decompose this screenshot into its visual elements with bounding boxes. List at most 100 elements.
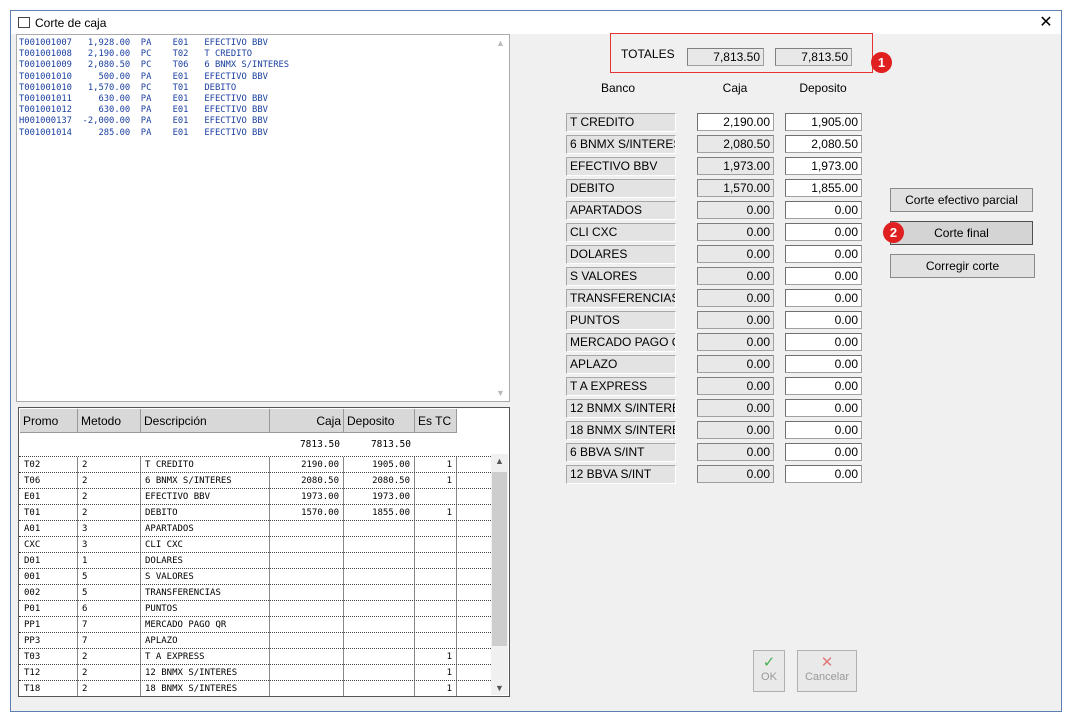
log-line: T001001012 630.00 PA E01 EFECTIVO BBV	[19, 105, 268, 116]
caja-field: 0.00	[697, 223, 774, 241]
table-row[interactable]: E01 2 EFECTIVO BBV 1973.00 1973.00	[19, 488, 491, 505]
caja-field[interactable]: 2,190.00	[697, 113, 774, 131]
cell-metodo: 7	[78, 617, 141, 633]
log-line: T001001014 285.00 PA E01 EFECTIVO BBV	[19, 127, 268, 138]
table-row[interactable]: 001 5 S VALORES	[19, 568, 491, 585]
cell-promo: T12	[20, 665, 78, 681]
col-header-es-tc[interactable]: Es TC	[415, 409, 457, 433]
deposito-field[interactable]: 0.00	[785, 267, 862, 285]
bank-label: TRANSFERENCIAS	[566, 289, 676, 308]
cell-es-tc	[415, 489, 457, 505]
table-row[interactable]: T03 2 T A EXPRESS 1	[19, 648, 491, 665]
caja-field: 1,570.00	[697, 179, 774, 197]
window-icon	[18, 17, 30, 28]
col-header-deposito[interactable]: Deposito	[344, 409, 415, 433]
cell-es-tc	[415, 617, 457, 633]
deposito-field[interactable]: 1,905.00	[785, 113, 862, 131]
bank-label: CLI CXC	[566, 223, 676, 242]
cancel-button[interactable]: ✕ Cancelar	[797, 650, 857, 692]
deposito-field[interactable]: 0.00	[785, 443, 862, 461]
col-header-caja: Caja	[722, 81, 748, 95]
table-row[interactable]: 002 5 TRANSFERENCIAS	[19, 584, 491, 601]
cell-descripcion: PUNTOS	[141, 601, 270, 617]
cell-descripcion: APLAZO	[141, 633, 270, 649]
cell-metodo: 2	[78, 665, 141, 681]
table-row[interactable]: T18 2 18 BNMX S/INTERES 1	[19, 680, 491, 696]
table-row[interactable]: P01 6 PUNTOS	[19, 600, 491, 617]
cell-descripcion: 12 BNMX S/INTERES	[141, 665, 270, 681]
cell-deposito	[344, 537, 415, 553]
scroll-down-icon[interactable]: ▼	[496, 388, 505, 398]
scroll-up-icon[interactable]: ▲	[495, 456, 504, 466]
cell-es-tc: 1	[415, 505, 457, 521]
deposito-field[interactable]: 0.00	[785, 201, 862, 219]
cell-descripcion: APARTADOS	[141, 521, 270, 537]
close-button[interactable]: ✕	[1031, 11, 1061, 34]
deposito-field[interactable]: 2,080.50	[785, 135, 862, 153]
corte-efectivo-parcial-button[interactable]: Corte efectivo parcial	[890, 188, 1033, 212]
grid-scrollbar[interactable]: ▲ ▼	[491, 454, 508, 695]
cell-es-tc	[415, 553, 457, 569]
corregir-corte-button[interactable]: Corregir corte	[890, 254, 1035, 278]
col-header-descripcion[interactable]: Descripción	[141, 409, 270, 433]
col-header-caja[interactable]: Caja	[270, 409, 344, 433]
log-scrollbar[interactable]: ▲ ▼	[492, 35, 509, 401]
cell-promo: T03	[20, 649, 78, 665]
cell-caja	[270, 601, 344, 617]
cell-promo: 001	[20, 569, 78, 585]
deposito-field[interactable]: 0.00	[785, 333, 862, 351]
cell-promo: A01	[20, 521, 78, 537]
promo-grid[interactable]: Promo Metodo Descripción Caja Deposito E…	[18, 407, 510, 697]
transaction-log[interactable]: T001001007 1,928.00 PA E01 EFECTIVO BBV T…	[16, 34, 510, 402]
deposito-field[interactable]: 0.00	[785, 421, 862, 439]
bank-label: 6 BNMX S/INTERES	[566, 135, 676, 154]
deposito-field[interactable]: 1,973.00	[785, 157, 862, 175]
total-caja-field: 7,813.50	[687, 48, 764, 66]
x-icon: ✕	[820, 654, 834, 671]
col-header-metodo[interactable]: Metodo	[78, 409, 141, 433]
check-icon: ✓	[762, 654, 776, 671]
deposito-field[interactable]: 0.00	[785, 465, 862, 483]
cell-es-tc: 1	[415, 457, 457, 473]
table-row[interactable]: T02 2 T CREDITO 2190.00 1905.00 1	[19, 456, 491, 473]
cell-es-tc: 1	[415, 649, 457, 665]
grid-scroll-thumb[interactable]	[492, 472, 507, 646]
deposito-field[interactable]: 0.00	[785, 355, 862, 373]
table-row[interactable]: A01 3 APARTADOS	[19, 520, 491, 537]
log-line: T001001011 630.00 PA E01 EFECTIVO BBV	[19, 94, 268, 105]
deposito-field[interactable]: 0.00	[785, 399, 862, 417]
cell-promo: D01	[20, 553, 78, 569]
cell-descripcion: CLI CXC	[141, 537, 270, 553]
corte-final-button[interactable]: Corte final	[890, 221, 1033, 245]
deposito-field[interactable]: 0.00	[785, 377, 862, 395]
table-row[interactable]: T01 2 DEBITO 1570.00 1855.00 1	[19, 504, 491, 521]
table-row[interactable]: T12 2 12 BNMX S/INTERES 1	[19, 664, 491, 681]
table-row[interactable]: CXC 3 CLI CXC	[19, 536, 491, 553]
bank-label: PUNTOS	[566, 311, 676, 330]
caja-field: 0.00	[697, 333, 774, 351]
table-row[interactable]: D01 1 DOLARES	[19, 552, 491, 569]
cell-descripcion: TRANSFERENCIAS	[141, 585, 270, 601]
log-line: T001001009 2,080.50 PC T06 6 BNMX S/INTE…	[19, 60, 290, 71]
cell-descripcion: MERCADO PAGO QR	[141, 617, 270, 633]
ok-button[interactable]: ✓ OK	[753, 650, 785, 692]
scroll-up-icon[interactable]: ▲	[496, 38, 505, 48]
bank-label: S VALORES	[566, 267, 676, 286]
deposito-field[interactable]: 0.00	[785, 311, 862, 329]
cell-es-tc	[415, 569, 457, 585]
cell-deposito	[344, 633, 415, 649]
caja-field: 0.00	[697, 443, 774, 461]
col-header-promo[interactable]: Promo	[20, 409, 78, 433]
cell-deposito	[344, 585, 415, 601]
cell-deposito: 1905.00	[344, 457, 415, 473]
cell-metodo: 2	[78, 473, 141, 489]
deposito-field[interactable]: 0.00	[785, 289, 862, 307]
deposito-field[interactable]: 0.00	[785, 245, 862, 263]
scroll-down-icon[interactable]: ▼	[495, 683, 504, 693]
deposito-field[interactable]: 1,855.00	[785, 179, 862, 197]
table-row[interactable]: T06 2 6 BNMX S/INTERES 2080.50 2080.50 1	[19, 472, 491, 489]
table-row[interactable]: PP1 7 MERCADO PAGO QR	[19, 616, 491, 633]
deposito-field[interactable]: 0.00	[785, 223, 862, 241]
table-row[interactable]: PP3 7 APLAZO	[19, 632, 491, 649]
bank-label: T A EXPRESS	[566, 377, 676, 396]
